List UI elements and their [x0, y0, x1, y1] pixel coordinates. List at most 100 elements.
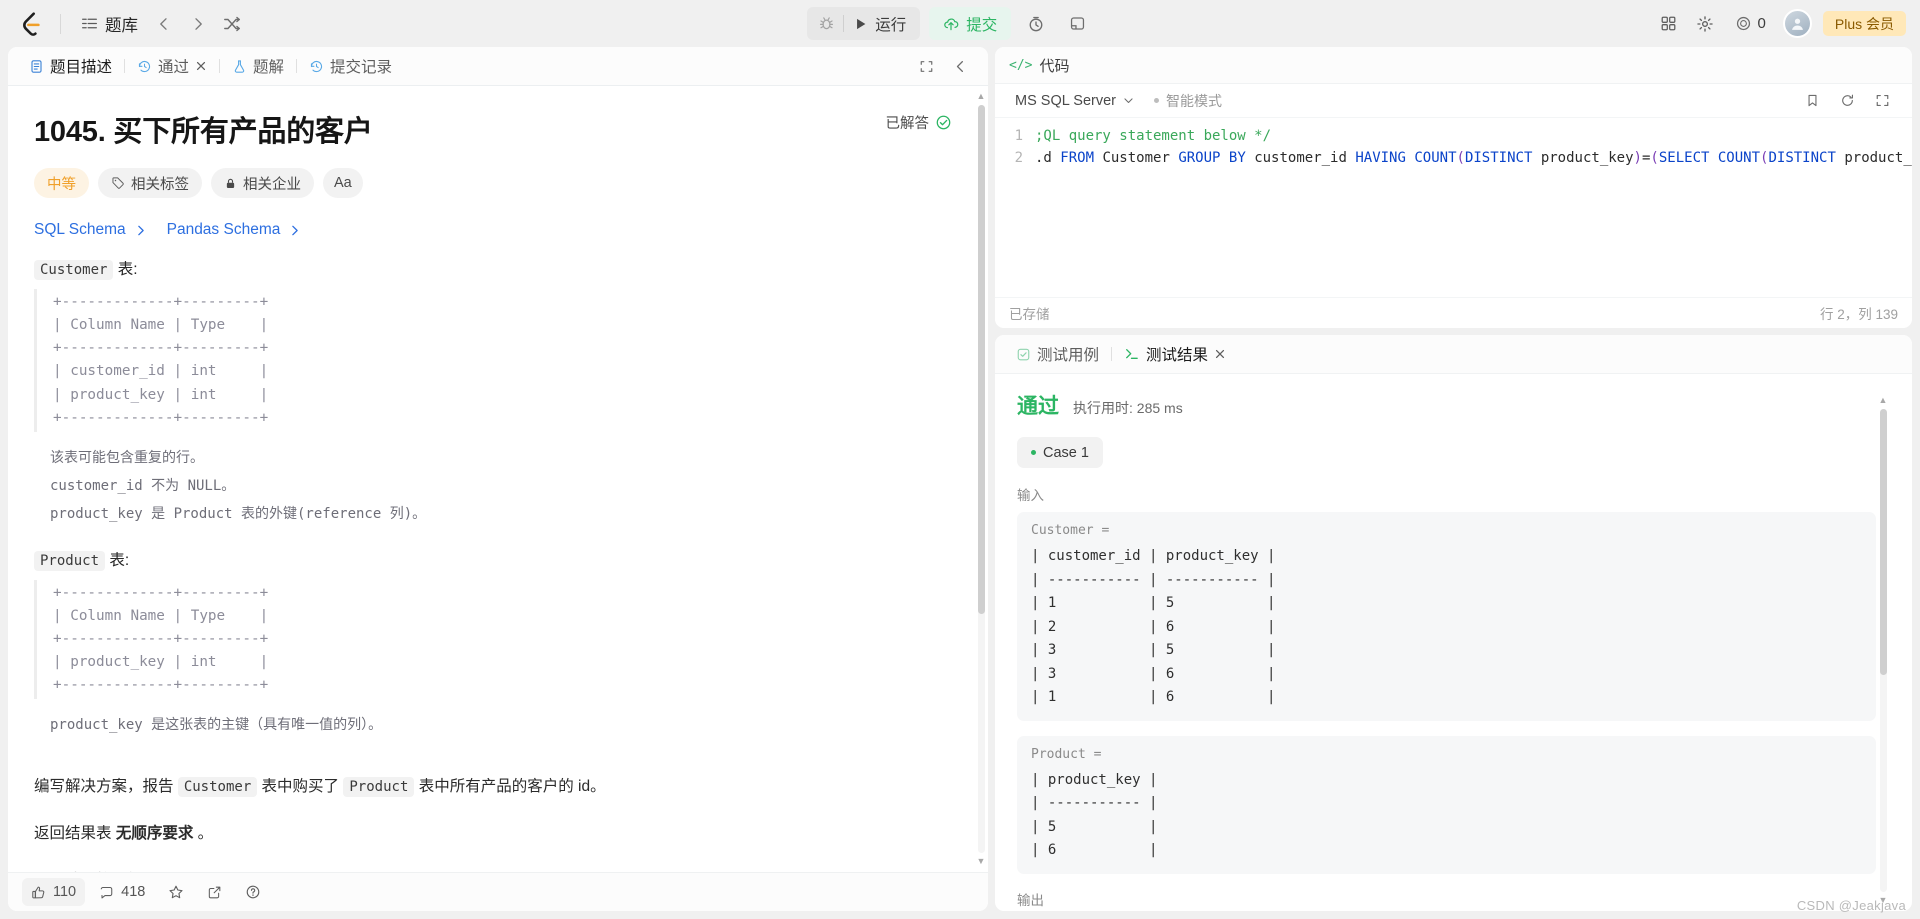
cursor-position-label: 行 2，列 139 [1819, 307, 1898, 322]
scroll-up-icon[interactable]: ▲ [977, 92, 986, 101]
comment-button[interactable]: 418 [90, 878, 154, 906]
like-count: 110 [53, 884, 77, 900]
note-button[interactable] [1061, 8, 1093, 40]
submit-button[interactable]: 提交 [929, 7, 1012, 40]
code-token: GROUP [1178, 149, 1221, 166]
font-size-chip[interactable]: Aa [323, 168, 363, 198]
submit-label: 提交 [966, 16, 998, 34]
problem-scrollbar[interactable]: ▲ ▼ [974, 86, 988, 872]
apps-button[interactable] [1653, 8, 1685, 40]
scroll-track[interactable] [977, 105, 985, 853]
leetcode-logo-icon[interactable] [14, 9, 48, 39]
timer-button[interactable] [1020, 8, 1052, 40]
case-tab-1[interactable]: Case 1 [1017, 437, 1103, 468]
tab-testcases[interactable]: 测试用例 [1007, 339, 1108, 369]
coin-icon [1735, 15, 1752, 32]
scroll-down-icon[interactable]: ▼ [977, 857, 986, 866]
plus-label: Plus 会员 [1834, 15, 1894, 32]
result-scrollbar[interactable]: ▲ ▼ [1876, 390, 1890, 911]
related-companies-chip[interactable]: 相关企业 [211, 168, 314, 198]
pandas-schema-link[interactable]: Pandas Schema [167, 221, 302, 239]
problem-tabbar: 题目描述 通过 题解 提交记录 [8, 47, 988, 86]
nav-problemset-button[interactable]: 题库 [73, 8, 146, 40]
fullscreen-icon [1875, 93, 1890, 108]
gear-icon [1696, 15, 1714, 33]
smart-mode-dot-icon [1154, 98, 1159, 103]
problem-statement: 编写解决方案，报告 Customer 表中购买了 Product 表中所有产品的… [34, 773, 944, 802]
code-token: Customer [1094, 149, 1179, 166]
debug-button[interactable] [809, 9, 843, 38]
nav-next-problem-button[interactable] [182, 8, 214, 40]
related-tags-chip[interactable]: 相关标签 [98, 168, 202, 198]
close-icon[interactable] [1214, 348, 1226, 360]
favorite-button[interactable] [159, 878, 193, 906]
smart-mode-label: 智能模式 [1166, 92, 1222, 109]
like-button[interactable]: 110 [22, 878, 86, 906]
statement-mid: 表中购买了 [257, 778, 344, 796]
scroll-thumb[interactable] [1879, 409, 1887, 675]
editor-title-label: 代码 [1039, 57, 1070, 75]
collapse-panel-button[interactable] [944, 50, 976, 82]
related-companies-label: 相关企业 [243, 176, 301, 193]
tab-accepted[interactable]: 通过 [128, 51, 216, 81]
bookmark-button[interactable] [1796, 85, 1828, 117]
tab-description[interactable]: 题目描述 [20, 51, 121, 81]
bookmark-icon [1805, 93, 1820, 108]
input-section-label: 输入 [1017, 488, 1044, 503]
plus-membership-badge[interactable]: Plus 会员 [1822, 11, 1906, 36]
reset-code-button[interactable] [1831, 85, 1863, 117]
case-tabs: Case 1 [1017, 437, 1876, 468]
code-editor-panel: </> 代码 MS SQL Server 智能模式 1 ;QL query st… [995, 47, 1912, 328]
font-size-label: Aa [334, 175, 352, 191]
nav-prev-problem-button[interactable] [148, 8, 180, 40]
editor-fullscreen-button[interactable] [1866, 85, 1898, 117]
editor-header: </> 代码 [995, 47, 1912, 84]
result-tabbar: 测试用例 测试结果 [995, 335, 1912, 374]
settings-button[interactable] [1689, 8, 1721, 40]
run-button[interactable]: 运行 [844, 9, 918, 38]
scroll-thumb[interactable] [977, 105, 985, 614]
problem-statusbar: 110 418 [8, 872, 988, 911]
scroll-track[interactable] [1879, 409, 1887, 892]
difficulty-label: 中等 [47, 176, 76, 193]
editor-title: </> 代码 [1009, 55, 1070, 76]
saved-label: 已存储 [1009, 307, 1050, 322]
tab-solutions-label: 题解 [253, 59, 285, 76]
help-circle-icon [245, 884, 261, 900]
thumbs-up-icon [31, 885, 46, 900]
tab-testresult[interactable]: 测试结果 [1115, 339, 1235, 369]
chevron-right-icon [134, 224, 147, 237]
editor-actions [1796, 85, 1898, 117]
order-note-pre: 返回结果表 [34, 824, 116, 842]
tab-submissions[interactable]: 提交记录 [300, 51, 401, 81]
customer-schema-table: +-------------+---------+ | Column Name … [34, 289, 944, 432]
coin-balance[interactable]: 0 [1725, 8, 1776, 40]
close-icon[interactable] [195, 60, 207, 72]
sql-schema-link[interactable]: SQL Schema [34, 221, 147, 239]
input-table: | customer_id | product_key | | --------… [1031, 548, 1276, 706]
help-button[interactable] [236, 878, 270, 906]
avatar[interactable] [1782, 9, 1812, 38]
sql-schema-label: SQL Schema [34, 221, 126, 238]
language-selector[interactable]: MS SQL Server [1009, 90, 1141, 112]
difficulty-chip[interactable]: 中等 [34, 168, 89, 198]
scroll-up-icon[interactable]: ▲ [1879, 396, 1888, 405]
input-var-name: Customer = [1031, 523, 1110, 538]
statement-pre: 编写解决方案，报告 [34, 778, 178, 796]
solved-label: 已解答 [885, 116, 930, 132]
share-button[interactable] [198, 878, 231, 906]
expand-panel-button[interactable] [910, 50, 942, 82]
code-text-area[interactable]: 1 ;QL query statement below */ 2 .d FROM… [995, 118, 1912, 297]
reset-icon [1840, 93, 1855, 108]
flask-icon [232, 59, 247, 74]
input-block-customer: Customer = | customer_id | product_key |… [1017, 512, 1876, 721]
check-circle-icon [935, 114, 952, 131]
tab-solutions[interactable]: 题解 [223, 51, 293, 81]
history-icon [309, 59, 324, 74]
list-icon [81, 15, 98, 32]
code-token: HAVING [1355, 149, 1406, 166]
scroll-down-icon[interactable]: ▼ [1879, 896, 1888, 905]
nav-shuffle-icon[interactable] [216, 8, 248, 40]
smart-mode-toggle[interactable]: 智能模式 [1154, 91, 1222, 111]
case-tab-label: Case 1 [1043, 444, 1089, 461]
